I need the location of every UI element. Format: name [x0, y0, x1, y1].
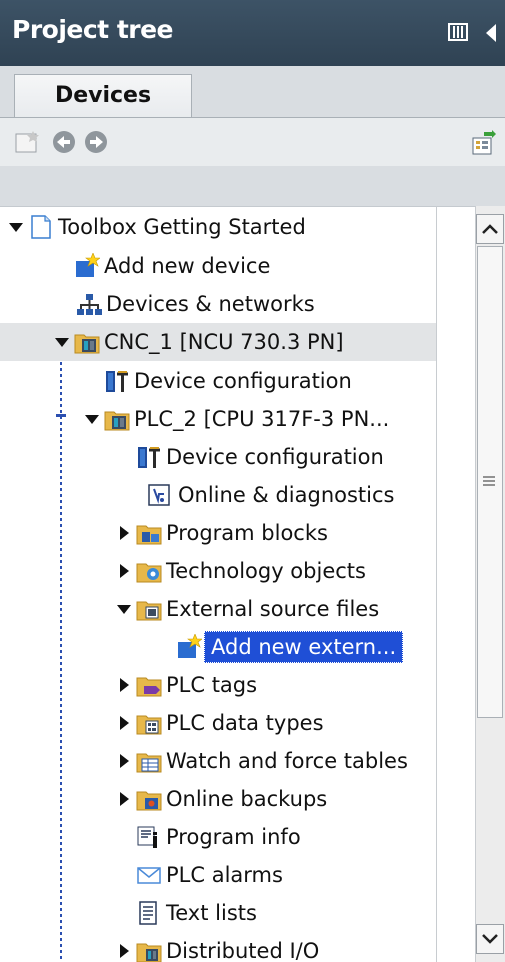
tree-item-program-info[interactable]: Program info	[0, 818, 436, 856]
collapsed-arrow-icon[interactable]	[116, 791, 132, 807]
collapsed-arrow-icon[interactable]	[116, 563, 132, 579]
collapsed-arrow-icon[interactable]	[116, 525, 132, 541]
tree-item-add-new-external[interactable]: Add new extern...	[0, 628, 436, 666]
tree-item-technology-objects[interactable]: Technology objects	[0, 552, 436, 590]
scroll-grip-icon	[483, 476, 495, 486]
device-config-icon	[106, 371, 128, 392]
tree-item-external-source-files[interactable]: External source files	[0, 590, 436, 628]
scroll-down-button[interactable]	[476, 924, 504, 954]
tree-item-label: PLC tags	[166, 673, 258, 697]
collapse-panel-icon[interactable]	[484, 22, 498, 44]
expanded-arrow-icon[interactable]	[54, 334, 70, 350]
tree-item-plc-data-types[interactable]: PLC data types	[0, 704, 436, 742]
collapsed-arrow-icon[interactable]	[116, 715, 132, 731]
tree-item-label: Program blocks	[166, 521, 328, 545]
distributed-io-icon	[136, 943, 162, 962]
program-info-icon	[137, 826, 157, 848]
program-blocks-icon	[136, 525, 162, 545]
tree-item-add-device[interactable]: Add new device	[0, 247, 436, 285]
tree-item-plc-device-config[interactable]: Device configuration	[0, 438, 436, 476]
toolbar-spacer	[0, 166, 505, 206]
tree-item-plc-tags[interactable]: PLC tags	[0, 666, 436, 704]
tree-toolbar	[0, 118, 505, 166]
tree-item-label: Online backups	[166, 787, 328, 811]
tree-item-label-selected: Add new extern...	[204, 631, 404, 663]
tree-item-label: PLC alarms	[166, 863, 283, 887]
tree-item-label: CNC_1 [NCU 730.3 PN]	[104, 330, 344, 354]
external-files-icon	[136, 601, 162, 621]
tree-item-project[interactable]: Toolbox Getting Started	[0, 208, 436, 246]
scroll-up-button[interactable]	[476, 214, 504, 244]
tree-item-cnc-device[interactable]: CNC_1 [NCU 730.3 PN]	[0, 323, 436, 361]
alarms-icon	[137, 867, 161, 884]
backups-icon	[136, 791, 162, 811]
project-icon	[31, 215, 51, 239]
panel-titlebar: Project tree	[0, 0, 505, 66]
tree-item-label: Online & diagnostics	[178, 483, 395, 507]
diagnostics-icon	[148, 484, 170, 506]
chevron-down-icon	[482, 934, 498, 944]
tree-item-online-backups[interactable]: Online backups	[0, 780, 436, 818]
tree-item-label: Devices & networks	[106, 292, 315, 316]
column-separator	[436, 206, 437, 962]
tree-item-plc-alarms[interactable]: PLC alarms	[0, 856, 436, 894]
tree-item-distributed-io[interactable]: Distributed I/O	[0, 932, 436, 962]
expanded-arrow-icon[interactable]	[84, 411, 100, 427]
tree-item-plc[interactable]: PLC_2 [CPU 317F-3 PN...	[0, 400, 436, 438]
collapsed-arrow-icon[interactable]	[116, 677, 132, 693]
tree-item-label: Technology objects	[166, 559, 366, 583]
tree-item-label: Toolbox Getting Started	[58, 215, 306, 239]
tree-item-devices-networks[interactable]: Devices & networks	[0, 285, 436, 323]
tab-devices[interactable]: Devices	[14, 74, 192, 118]
tree-item-label: Add new device	[104, 254, 271, 278]
tree-item-text-lists[interactable]: Text lists	[0, 894, 436, 932]
panel-title: Project tree	[12, 15, 174, 44]
cnc-device-icon	[74, 334, 100, 354]
add-new-icon	[178, 634, 202, 658]
add-device-icon	[76, 253, 100, 277]
tree-item-online-diagnostics[interactable]: Online & diagnostics	[0, 476, 436, 514]
data-types-icon	[136, 715, 162, 735]
expanded-arrow-icon[interactable]	[116, 601, 132, 617]
network-icon	[77, 294, 102, 315]
tree-item-device-config[interactable]: Device configuration	[0, 362, 436, 400]
tree-item-label: Device configuration	[134, 369, 352, 393]
device-config-icon	[138, 447, 160, 468]
tree-item-label: Distributed I/O	[166, 939, 320, 962]
chevron-up-icon	[482, 224, 498, 234]
collapsed-arrow-icon[interactable]	[116, 943, 132, 959]
watch-tables-icon	[136, 753, 162, 773]
forward-arrow-icon[interactable]	[84, 130, 108, 154]
tree-item-program-blocks[interactable]: Program blocks	[0, 514, 436, 552]
expanded-arrow-icon[interactable]	[8, 219, 24, 235]
tree-item-label: Text lists	[166, 901, 257, 925]
plc-icon	[104, 411, 130, 431]
plc-tags-icon	[136, 677, 162, 697]
technology-objects-icon	[136, 563, 162, 583]
new-folder-icon[interactable]	[14, 130, 42, 154]
tree-item-label: Program info	[166, 825, 301, 849]
tree-item-label: Device configuration	[166, 445, 384, 469]
collapsed-arrow-icon[interactable]	[116, 753, 132, 769]
tree-item-label: Watch and force tables	[166, 749, 408, 773]
back-arrow-icon[interactable]	[52, 130, 76, 154]
tree-item-label: PLC data types	[166, 711, 324, 735]
layout-toggle-icon[interactable]	[448, 22, 468, 42]
tree-item-watch-force-tables[interactable]: Watch and force tables	[0, 742, 436, 780]
tree-view-options-icon[interactable]	[470, 130, 496, 156]
tree-item-label: PLC_2 [CPU 317F-3 PN...	[134, 407, 390, 431]
text-lists-icon	[139, 901, 157, 925]
tree-item-label: External source files	[166, 597, 380, 621]
